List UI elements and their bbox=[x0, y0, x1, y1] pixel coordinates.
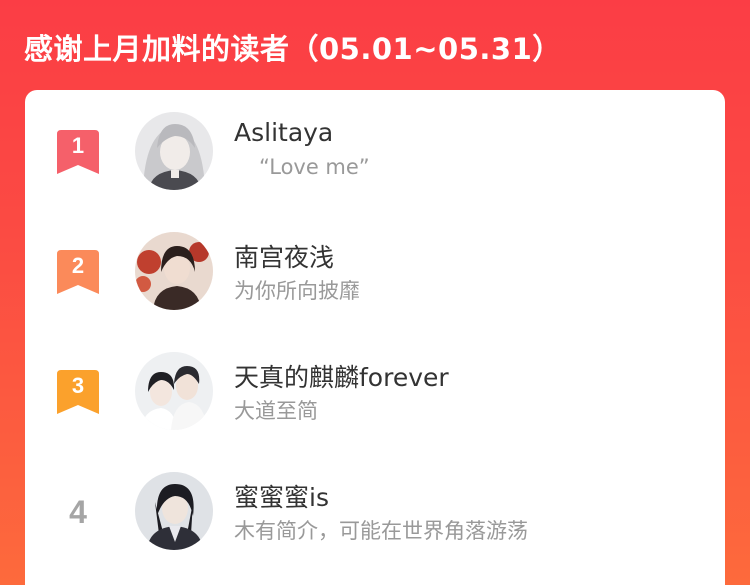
avatar[interactable] bbox=[135, 232, 213, 310]
reader-row[interactable]: 1 Aslitaya “Love me” bbox=[25, 90, 725, 200]
reader-row[interactable]: 4 蜜蜜蜜is 木有简介，可能在世界角落游荡 bbox=[25, 450, 725, 560]
reader-row[interactable]: 3 天真的麒麟forever 大道至简 bbox=[25, 330, 725, 440]
reader-row[interactable]: 2 南宫夜浅 为你所向披靡 bbox=[25, 210, 725, 320]
avatar[interactable] bbox=[135, 352, 213, 430]
reader-bio: “Love me” bbox=[259, 155, 370, 179]
rank-badge-icon: 1 bbox=[57, 130, 99, 174]
rank-number: 1 bbox=[71, 133, 85, 158]
rank-number: 3 bbox=[71, 373, 85, 398]
rank-number: 4 bbox=[69, 494, 87, 530]
reader-name: 蜜蜜蜜is bbox=[234, 483, 329, 512]
rank-number: 2 bbox=[71, 253, 85, 278]
reader-bio: 木有简介，可能在世界角落游荡 bbox=[234, 519, 528, 543]
reader-bio: 为你所向披靡 bbox=[234, 279, 360, 303]
reader-name: 南宫夜浅 bbox=[234, 243, 335, 272]
reader-list-card: 1 Aslitaya “Love me” 2 南宫夜浅 为你所向披靡 3 天真的… bbox=[25, 90, 725, 585]
reader-bio: 大道至简 bbox=[234, 399, 318, 423]
rank-badge-icon: 2 bbox=[57, 250, 99, 294]
avatar[interactable] bbox=[135, 472, 213, 550]
avatar[interactable] bbox=[135, 112, 213, 190]
rank-badge-icon: 3 bbox=[57, 370, 99, 414]
page-title: 感谢上月加料的读者（05.01~05.31） bbox=[24, 32, 562, 66]
reader-name: Aslitaya bbox=[234, 118, 334, 147]
reader-name: 天真的麒麟forever bbox=[234, 363, 449, 392]
